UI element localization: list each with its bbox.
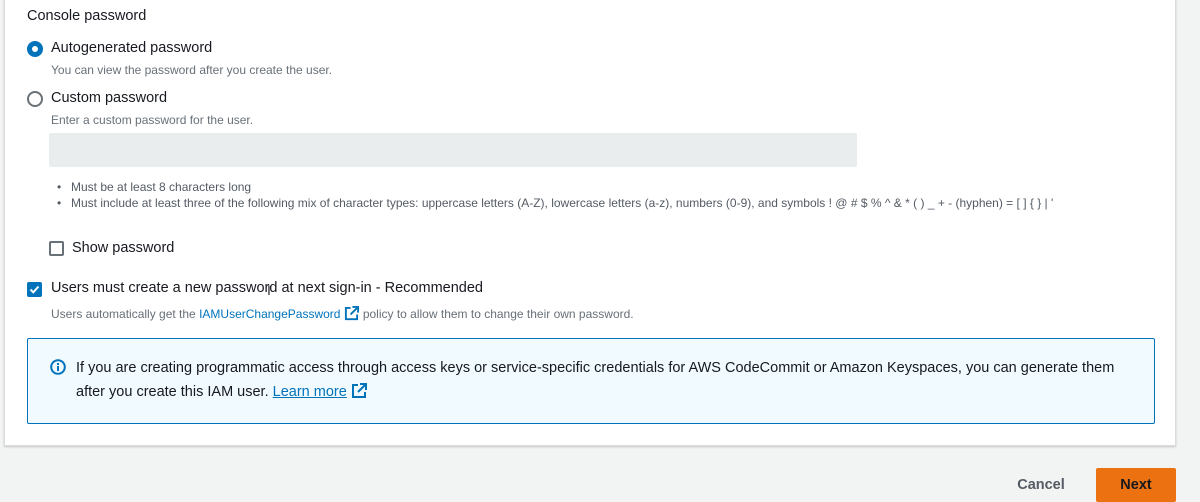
cancel-button[interactable]: Cancel [1000,468,1082,502]
info-icon [50,359,66,375]
learn-more-link[interactable]: Learn more [273,384,347,400]
password-settings-panel: Console password Autogenerated password … [4,0,1176,446]
require-reset-description-suffix: policy to allow them to change their own… [359,307,634,321]
require-reset-description-prefix: Users automatically get the [51,307,200,321]
info-alert-text: If you are creating programmatic access … [76,356,1136,404]
next-button[interactable]: Next [1096,468,1176,502]
info-alert-message: If you are creating programmatic access … [76,360,1115,400]
require-reset-checkbox[interactable] [27,282,42,297]
custom-password-radio[interactable] [27,91,43,107]
external-link-icon[interactable] [344,306,360,321]
autogenerated-password-label[interactable]: Autogenerated password [51,40,212,56]
require-reset-description: Users automatically get the IAMUserChang… [51,306,634,321]
password-rule: Must include at least three of the follo… [53,195,1143,211]
text-cursor-icon: I [267,282,271,298]
custom-password-input[interactable] [49,133,857,167]
show-password-label[interactable]: Show password [72,240,174,256]
password-rules-list: Must be at least 8 characters long Must … [53,179,1143,211]
autogenerated-password-radio[interactable] [27,41,43,57]
iam-user-change-password-link[interactable]: IAMUserChangePassword [199,307,340,321]
password-rule: Must be at least 8 characters long [53,179,1143,195]
custom-password-label[interactable]: Custom password [51,90,167,106]
show-password-checkbox[interactable] [49,241,64,256]
autogenerated-password-description: You can view the password after you crea… [51,63,333,77]
check-icon [29,285,40,294]
external-link-icon[interactable] [351,383,367,399]
console-password-label: Console password [27,8,147,24]
custom-password-description: Enter a custom password for the user. [51,113,254,127]
info-alert: If you are creating programmatic access … [27,338,1155,424]
